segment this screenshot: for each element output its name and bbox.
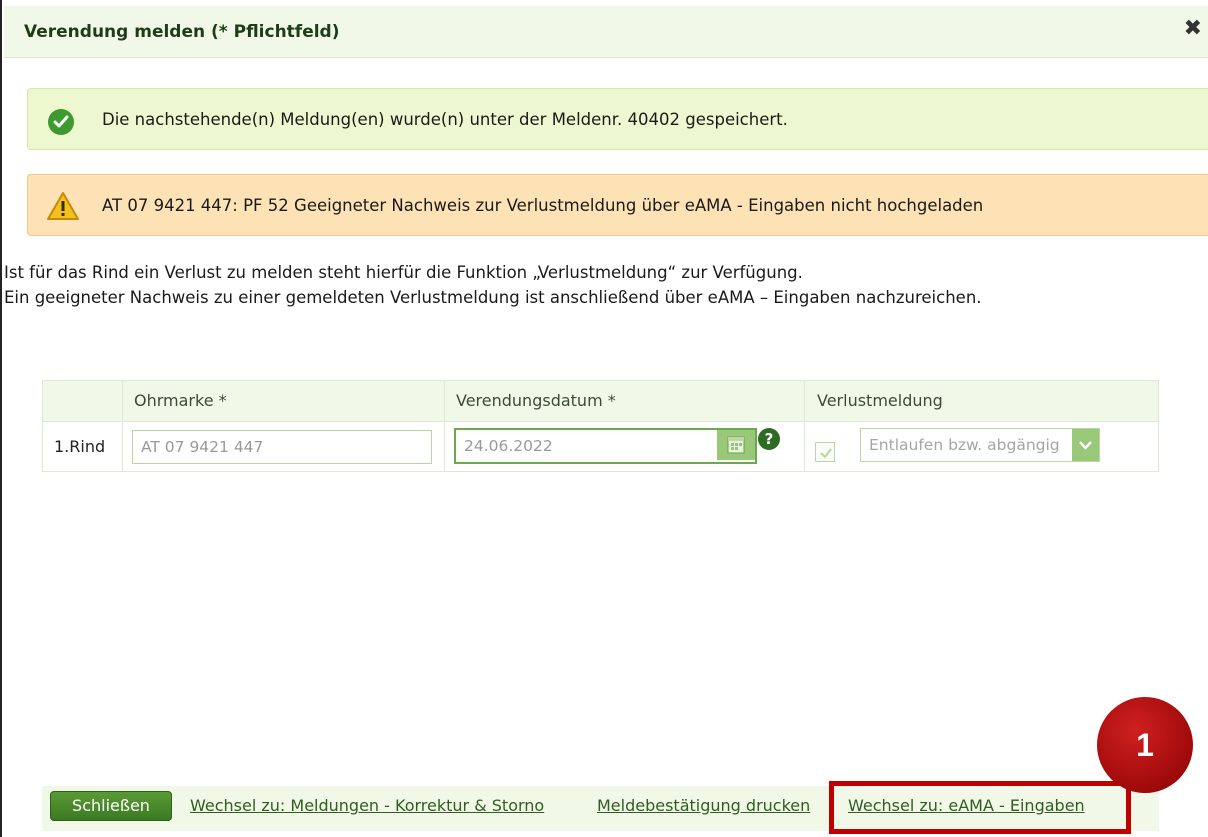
info-line-1: Ist für das Rind ein Verlust zu melden s… bbox=[4, 263, 803, 282]
calendar-button[interactable] bbox=[717, 430, 755, 460]
chevron-down-icon[interactable] bbox=[1072, 429, 1099, 461]
verendungsdatum-value: 24.06.2022 bbox=[464, 437, 553, 455]
highlight-box bbox=[829, 781, 1131, 834]
dialog-title: Verendung melden (* Pflichtfeld) bbox=[24, 22, 340, 42]
verlust-reason-value: Entlaufen bzw. abgängig bbox=[869, 436, 1060, 454]
warning-message-text: AT 07 9421 447: PF 52 Geeigneter Nachwei… bbox=[102, 196, 984, 215]
calendar-icon bbox=[727, 436, 745, 454]
help-icon[interactable]: ? bbox=[758, 428, 780, 450]
info-line-2: Ein geeigneter Nachweis zu einer gemelde… bbox=[4, 288, 982, 307]
step-badge: 1 bbox=[1097, 697, 1193, 793]
checkmark-icon bbox=[820, 448, 832, 459]
link-meldebestaetigung-drucken[interactable]: Meldebestätigung drucken bbox=[597, 796, 810, 815]
header-ohrmarke: Ohrmarke * bbox=[134, 391, 227, 410]
link-korrektur-storno[interactable]: Wechsel zu: Meldungen - Korrektur & Stor… bbox=[190, 796, 544, 815]
verlustmeldung-checkbox[interactable] bbox=[815, 442, 835, 462]
verendungsdatum-field[interactable]: 24.06.2022 bbox=[454, 428, 757, 464]
ohrmarke-field[interactable]: AT 07 9421 447 bbox=[132, 430, 432, 464]
verlust-reason-select[interactable]: Entlaufen bzw. abgängig bbox=[860, 428, 1100, 462]
close-button[interactable]: Schließen bbox=[50, 791, 172, 821]
dialog-title-bar: Verendung melden (* Pflichtfeld) ✖ bbox=[4, 6, 1208, 58]
success-message: Die nachstehende(n) Meldung(en) wurde(n)… bbox=[27, 88, 1208, 150]
row-label: 1.Rind bbox=[54, 437, 106, 456]
check-circle-icon bbox=[48, 109, 74, 135]
warning-triangle-icon bbox=[46, 191, 80, 225]
close-icon[interactable]: ✖ bbox=[1184, 18, 1202, 40]
info-text: Ist für das Rind ein Verlust zu melden s… bbox=[4, 260, 982, 310]
column-divider bbox=[444, 380, 445, 472]
column-divider bbox=[804, 380, 805, 472]
header-verendungsdatum: Verendungsdatum * bbox=[456, 391, 616, 410]
column-divider bbox=[122, 380, 123, 472]
success-message-text: Die nachstehende(n) Meldung(en) wurde(n)… bbox=[102, 110, 788, 129]
cattle-table: Ohrmarke * Verendungsdatum * Verlustmeld… bbox=[42, 380, 1159, 472]
ohrmarke-value: AT 07 9421 447 bbox=[141, 438, 264, 456]
header-verlustmeldung: Verlustmeldung bbox=[817, 391, 943, 410]
dialog: Verendung melden (* Pflichtfeld) ✖ Die n… bbox=[0, 0, 1208, 837]
warning-message: AT 07 9421 447: PF 52 Geeigneter Nachwei… bbox=[27, 174, 1208, 236]
